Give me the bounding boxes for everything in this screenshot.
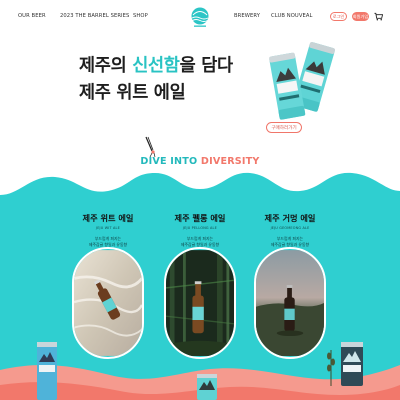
hero-headline-prefix: 제주의 [79,56,133,76]
join-button[interactable]: 회원가입 [352,12,369,21]
hero-headline-suffix: 을 담다 [179,56,234,76]
beer-subtitle: JEJU PELLONG ALE [182,225,217,230]
hero-headline-highlight: 신선함 [132,56,180,76]
nav-barrel-series[interactable]: 2023 THE BARREL SERIES [60,13,129,19]
nav-our-beer[interactable]: OUR BEER [18,13,46,19]
beer-subtitle: JEJU WIT ALE [96,225,120,230]
beer-photo-wit[interactable] [72,247,144,359]
hero-subheadline: 제주 위트 에일 [79,83,186,103]
nav-club-nouveal[interactable]: CLUB NOUVEAL [271,13,312,19]
diver-illustration-icon [145,136,156,158]
can-illustration-right-icon [341,342,363,386]
hero-beer-cans-image [269,42,335,120]
beer-photo-geomeong[interactable] [254,247,326,359]
buy-button[interactable]: 구매하러가기 [266,122,302,133]
beer-name: 제주 펠롱 에일 [174,213,226,223]
jeju-brewery-logo-icon[interactable] [187,6,213,28]
beer-name: 제주 거멍 에일 [264,213,316,223]
hero-headline: 제주의 신선함을 담다 [79,52,233,77]
cart-icon[interactable] [374,12,383,21]
login-button[interactable]: 로그인 [330,12,347,21]
nav-shop[interactable]: SHOP [133,13,148,19]
nav-brewery[interactable]: BREWERY [234,13,260,19]
barley-illustration-icon [327,350,335,386]
can-illustration-center-icon [197,374,217,400]
beer-card-pellong[interactable]: 제주 펠롱 에일 JEJU PELLONG ALE 부드럽게 퍼지는 제주감귤 … [152,212,248,248]
beer-card-wit[interactable]: 제주 위트 에일 JEJU WIT ALE 부드럽게 퍼지는 제주감귤 향일과 … [60,212,156,248]
beer-card-geomeong[interactable]: 제주 거멍 에일 JEJU GEOMEONG ALE 부드럽게 퍼지는 제주감귤… [242,212,338,248]
beer-subtitle: JEJU GEOMEONG ALE [270,225,310,230]
beer-photo-pellong[interactable] [164,247,236,359]
beer-name: 제주 위트 에일 [82,213,134,223]
can-illustration-left-icon [37,342,57,400]
